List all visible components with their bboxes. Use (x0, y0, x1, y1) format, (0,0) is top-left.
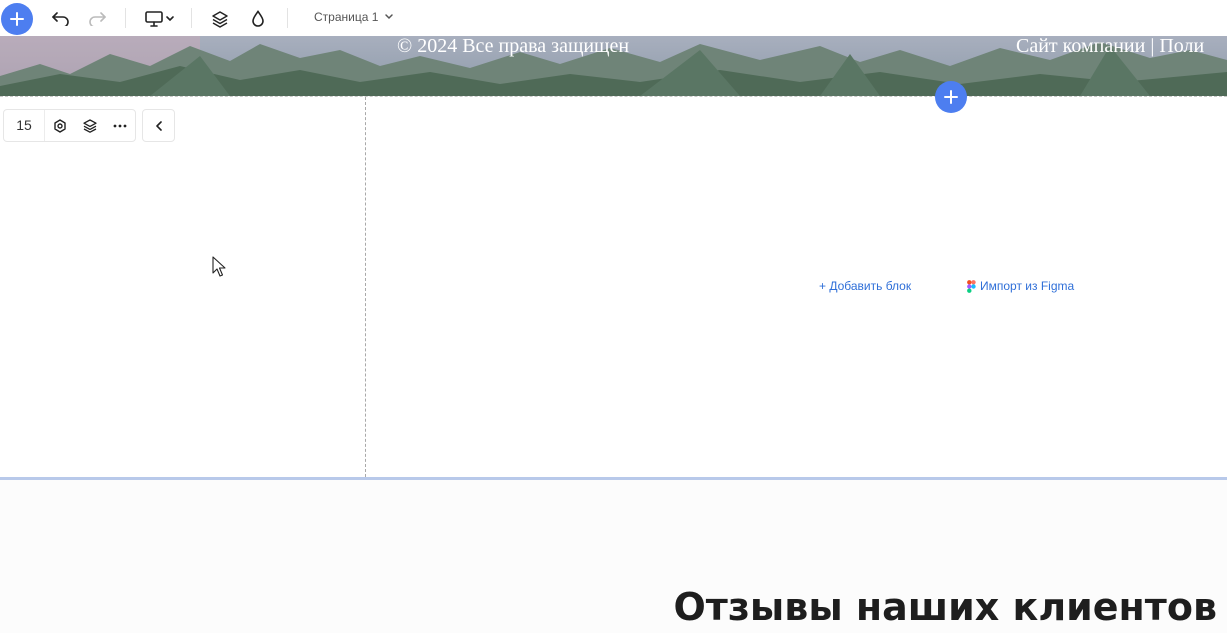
section-title: Отзывы наших клиентов (673, 585, 1218, 629)
add-block-link[interactable]: + Добавить блок (819, 279, 911, 293)
footer-site-link[interactable]: Сайт компании | Поли (1016, 36, 1204, 58)
figma-icon (967, 279, 976, 293)
add-element-button[interactable] (1, 3, 33, 35)
settings-icon (54, 118, 66, 133)
block-settings-button[interactable] (45, 110, 75, 141)
undo-icon (52, 12, 69, 26)
desktop-icon (145, 11, 163, 27)
redo-icon (89, 12, 106, 26)
toolbar-divider (125, 8, 126, 28)
page-select[interactable]: Страница 1 (314, 10, 394, 24)
plus-icon (944, 90, 958, 104)
toolbar-divider (287, 8, 288, 28)
drop-icon (252, 10, 264, 27)
layers-icon (83, 118, 97, 133)
footer-banner: © 2024 Все права защищен Сайт компании |… (0, 36, 1227, 96)
block-layers-button[interactable] (75, 110, 105, 141)
page-select-label: Страница 1 (314, 10, 379, 24)
styles-button[interactable] (248, 9, 268, 29)
chevron-left-icon (155, 120, 162, 131)
collapse-button[interactable] (142, 109, 175, 142)
import-figma-label: Импорт из Figma (980, 279, 1075, 293)
undo-button[interactable] (51, 9, 71, 29)
block-top-border (0, 96, 1227, 97)
plus-icon (10, 12, 24, 26)
footer-copyright: © 2024 Все права защищен (397, 36, 630, 57)
toolbar-divider (191, 8, 192, 28)
column-guide (365, 97, 366, 477)
device-select[interactable] (142, 9, 178, 29)
insert-block-button[interactable] (935, 81, 967, 113)
import-figma-link[interactable]: Импорт из Figma (967, 279, 1074, 293)
chevron-down-icon (166, 16, 174, 22)
layers-icon (212, 11, 228, 28)
cursor-icon (212, 256, 226, 277)
block-number: 15 (4, 110, 45, 141)
top-toolbar: Страница 1 (0, 0, 1227, 36)
chevron-down-icon (385, 14, 394, 20)
redo-button[interactable] (87, 9, 107, 29)
layers-button[interactable] (210, 9, 230, 29)
more-icon (113, 124, 127, 127)
block-toolbar: 15 (3, 109, 136, 142)
block-more-button[interactable] (105, 110, 135, 141)
